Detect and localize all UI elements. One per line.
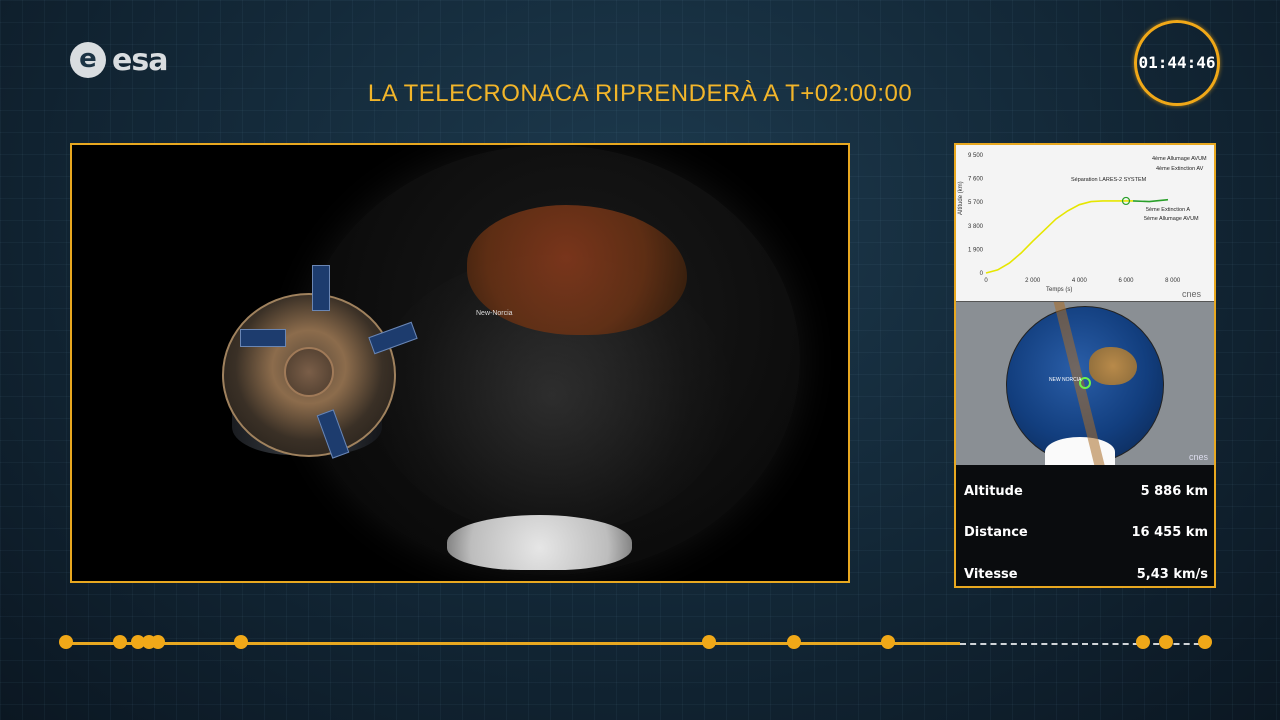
telemetry-panel: Altitude (km) Temps (s) cnes 9 500 7 600 5… <box>954 143 1216 588</box>
esa-logo: e esa <box>70 42 168 78</box>
ground-track-view: NEW NORCIA cnes <box>956 302 1214 465</box>
main-video-feed: New-Norcia <box>70 143 850 583</box>
event-annotation: Séparation LARES-2 SYSTEM <box>1071 177 1147 183</box>
timeline-completed <box>66 642 960 645</box>
ground-station-label: New-Norcia <box>476 310 513 317</box>
x-tick-label: 4 000 <box>1072 278 1088 284</box>
x-tick-label: 0 <box>984 278 988 284</box>
y-tick-label: 1 900 <box>968 247 984 253</box>
altitude-chart: Altitude (km) Temps (s) cnes 9 500 7 600 5… <box>958 153 1207 299</box>
x-tick-label: 8 000 <box>1165 278 1181 284</box>
y-tick-label: 9 500 <box>968 153 984 159</box>
mission-timeline <box>59 635 1213 649</box>
stat-velocity: Vitesse 5,43 km/s <box>964 567 1208 587</box>
stat-altitude: Altitude 5 886 km <box>964 484 1208 504</box>
y-tick-label: 5 700 <box>968 200 984 206</box>
x-tick-label: 2 000 <box>1025 278 1041 284</box>
headline-banner: LA TELECRONACA RIPRENDERÀ A T+02:00:00 <box>367 80 913 107</box>
globe-credit: cnes <box>1188 452 1208 462</box>
timeline-event-dot[interactable] <box>1198 635 1213 649</box>
x-tick-label: 6 000 <box>1118 278 1134 284</box>
telemetry-stats: Altitude 5 886 km Distance 16 455 km Vit… <box>956 467 1214 586</box>
timeline-event-dot[interactable] <box>59 635 73 649</box>
timeline-event-dot[interactable] <box>112 635 127 649</box>
y-tick-label: 7 600 <box>968 177 984 183</box>
stat-distance: Distance 16 455 km <box>964 525 1208 545</box>
event-annotation: 5ème Allumage AVUM <box>1144 216 1199 222</box>
timeline-event-dot[interactable] <box>786 635 801 649</box>
event-annotation: 4ème Allumage AVUM <box>1152 156 1207 162</box>
antarctica-map <box>1045 437 1115 465</box>
timeline-event-dot[interactable] <box>701 635 716 649</box>
graph-credit: cnes <box>1182 289 1202 299</box>
x-axis-label: Temps (s) <box>1046 287 1072 293</box>
altitude-graph: Altitude (km) Temps (s) cnes 9 500 7 600 5… <box>956 145 1214 302</box>
timeline-event-dot[interactable] <box>880 635 895 649</box>
stat-label: Vitesse <box>964 567 1018 582</box>
esa-logo-mark: e <box>70 42 106 78</box>
event-annotation: 5ème Extinction A <box>1146 207 1190 213</box>
antarctica-icecap <box>447 515 632 570</box>
esa-logo-word: esa <box>112 42 168 78</box>
stat-value: 5,43 km/s <box>1136 567 1208 582</box>
event-annotation: 4ème Extinction AV <box>1156 166 1204 172</box>
spacecraft-dispenser <box>222 265 418 459</box>
stat-value: 16 455 km <box>1131 525 1208 540</box>
australia-map <box>1089 347 1137 385</box>
dispenser-hub <box>284 347 334 397</box>
altitude-series-line <box>1132 198 1169 203</box>
y-tick-label: 3 800 <box>968 224 984 230</box>
ground-station-city: NEW NORCIA <box>1049 377 1082 383</box>
timeline-event-dot[interactable] <box>150 635 165 649</box>
solar-panel <box>240 329 286 347</box>
y-tick-label: 0 <box>980 271 984 277</box>
ground-track-globe: NEW NORCIA <box>1006 302 1164 465</box>
y-axis-label: Altitude (km) <box>958 181 964 215</box>
mission-clock-time: 01:44:46 <box>1138 53 1216 72</box>
stat-label: Altitude <box>964 484 1023 499</box>
altitude-series-line <box>985 200 1133 274</box>
stat-label: Distance <box>964 525 1028 540</box>
stat-value: 5 886 km <box>1140 484 1208 499</box>
solar-panel <box>312 265 330 311</box>
solar-panel <box>316 409 350 459</box>
